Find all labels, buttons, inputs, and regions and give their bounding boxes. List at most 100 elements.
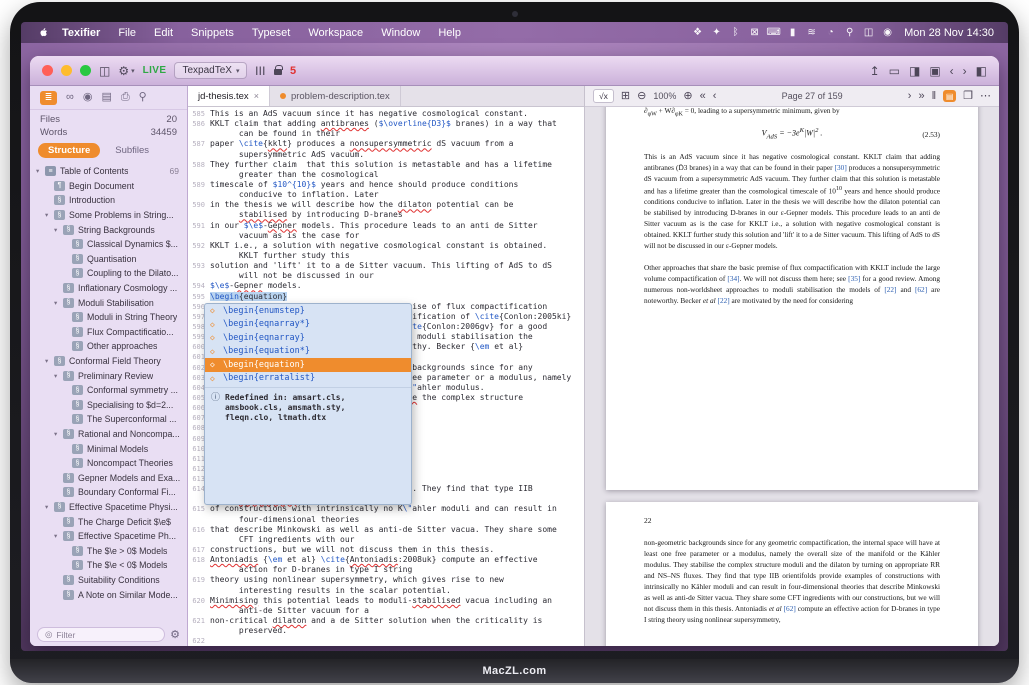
code-line[interactable]: 617constructions, but we will not discus… [188,545,584,555]
zoom-level[interactable]: 100% [653,91,676,101]
minimize-window-button[interactable] [61,65,72,76]
close-tab-icon[interactable]: × [254,91,259,101]
more-icon[interactable]: ⋯ [980,91,991,102]
filter-input[interactable]: ◎ Filter [37,627,165,642]
toc-item[interactable]: §Quantisation [36,252,187,267]
folder-icon[interactable]: ▤ [101,92,111,103]
menubar-clock[interactable]: Mon 28 Nov 14:30 [896,27,994,39]
zoom-in-icon[interactable]: ⊕ [683,91,692,102]
menu-typeset[interactable]: Typeset [243,27,300,39]
chevron-down-icon[interactable]: ▾ [54,532,63,540]
toc-item[interactable]: §Introduction [36,193,187,208]
code-line[interactable]: 588They further claim that this solution… [188,160,584,170]
apple-menu-icon[interactable] [35,26,51,39]
print-icon[interactable]: ⎙ [121,92,130,103]
toc-item[interactable]: ¶Begin Document [36,179,187,194]
typeset-settings-button[interactable]: ⚙ ▾ [118,65,134,77]
code-line[interactable]: KKLT further study this [188,251,584,261]
code-line[interactable]: greater than the cosmological [188,170,584,180]
code-line[interactable]: four-dimensional theories [188,515,584,525]
window-titlebar[interactable]: ◫ ⚙ ▾ LIVE TexpadTeX ▾ ||| 5 ↥ ▭ [30,56,999,86]
back-icon[interactable]: ‹ [950,65,954,77]
menu-edit[interactable]: Edit [145,27,182,39]
control-center-icon[interactable]: ◫ [860,27,877,38]
sidebar-toggle-icon[interactable]: ◫ [99,65,110,77]
code-line[interactable]: action for D-branes in type I string [188,565,584,575]
issues-icon[interactable]: ▤ [943,90,956,102]
code-line[interactable]: 591in our $\e$-Gepner models. This proce… [188,221,584,231]
toc-item[interactable]: §The $\e < 0$ Models [36,558,187,573]
sidebar-gear-icon[interactable]: ⚙ [170,628,180,641]
toc-item[interactable]: §Conformal symmetry ... [36,383,187,398]
sidebar-tab-subfiles[interactable]: Subfiles [105,143,159,158]
eye-icon[interactable]: ◉ [83,92,93,103]
first-page-icon[interactable]: « [700,91,706,102]
code-line[interactable]: will not be discussed in our [188,271,584,281]
pause-icon[interactable]: ‖ [932,91,937,102]
menu-help[interactable]: Help [429,27,470,39]
view-dual-icon[interactable]: ▣ [929,65,940,77]
code-line[interactable]: 594$\e$-Gepner models. [188,281,584,291]
link-icon[interactable]: ∞ [66,92,74,103]
menu-texifier[interactable]: Texifier [53,27,109,39]
wifi-icon[interactable]: ≋ [803,27,820,38]
share-icon[interactable]: ↥ [870,65,880,77]
keyboard-icon[interactable]: ⌨ [765,27,782,38]
spotlight-icon[interactable]: ⚲ [841,27,858,38]
code-line[interactable]: 615of constructions with intrinsically n… [188,504,584,514]
code-line[interactable]: 620Minimising this potential leads to mo… [188,596,584,606]
menu-workspace[interactable]: Workspace [299,27,372,39]
toc-item[interactable]: §Noncompact Theories [36,456,187,471]
last-page-icon[interactable]: » [918,91,924,102]
editor-tab[interactable]: jd-thesis.tex× [188,86,270,106]
math-search-button[interactable]: √x [593,89,614,103]
autocomplete-item[interactable]: ◇\begin{eqnarray*} [205,318,411,332]
chevron-down-icon[interactable]: ▾ [45,211,54,219]
toc-item[interactable]: ▾≡Table of Contents69 [36,164,187,179]
code-line[interactable]: CFT ingredients with our [188,535,584,545]
code-line[interactable]: 593solution and 'lift' it to a de Sitter… [188,261,584,271]
toc-item[interactable]: §A Note on Similar Mode... [36,587,187,602]
zoom-window-button[interactable] [80,65,91,76]
code-line[interactable]: can be found in their [188,129,584,139]
chevron-down-icon[interactable]: ▾ [54,226,63,234]
autocomplete-item[interactable]: ◇\begin{equation} [205,358,411,372]
code-line[interactable]: 587paper \cite{kklt} produces a nonsuper… [188,139,584,149]
toc-item[interactable]: §Gepner Models and Exa... [36,470,187,485]
code-line[interactable]: 619theory using nonlinear supersymmetry,… [188,575,584,585]
view-split-icon[interactable]: ◨ [909,65,920,77]
menu-snippets[interactable]: Snippets [182,27,243,39]
chevron-down-icon[interactable]: ▾ [45,503,54,511]
error-count-badge[interactable]: 5 [290,65,296,77]
toc-item[interactable]: ▾§Effective Spacetime Physi... [36,500,187,515]
code-line[interactable]: interesting results in the scalar potent… [188,586,584,596]
chevron-down-icon[interactable]: ▾ [54,430,63,438]
bluetooth-icon[interactable]: ᛒ [727,27,744,38]
prev-page-icon[interactable]: ‹ [713,91,717,102]
chevron-down-icon[interactable]: ▾ [36,167,45,175]
siri-icon[interactable]: ◉ [879,27,896,38]
code-line[interactable]: vacuum as is the case for [188,231,584,241]
teamviewer-icon[interactable]: ✦ [708,27,725,38]
pdf-preview[interactable]: ∂φW + W∂φK = 0, leading to a supersymmet… [585,107,999,646]
code-line[interactable]: 590in the thesis we will describe how th… [188,200,584,210]
toc-item[interactable]: §Flux Compactificatio... [36,325,187,340]
menu-file[interactable]: File [109,27,145,39]
toc-item[interactable]: ▾§String Backgrounds [36,222,187,237]
toc-item[interactable]: ▾§Preliminary Review [36,368,187,383]
code-line[interactable]: supersymmetric AdS vacuum. [188,150,584,160]
code-line[interactable]: conducive to inflation. Later [188,190,584,200]
toc-item[interactable]: §Coupling to the Dilato... [36,266,187,281]
toc-item[interactable]: §Minimal Models [36,441,187,456]
chevron-down-icon[interactable]: ▾ [54,372,63,380]
code-line[interactable]: 595\begin{equation} [188,292,584,302]
code-line[interactable]: 586KKLT claim that adding antibranes ($\… [188,119,584,129]
autocomplete-item[interactable]: ◇\begin{eqnarray} [205,331,411,345]
toc-item[interactable]: ▾§Rational and Noncompa... [36,427,187,442]
toc-item[interactable]: §Other approaches [36,339,187,354]
lock-icon[interactable] [274,69,282,75]
toc-item[interactable]: §Boundary Conformal Fi... [36,485,187,500]
battery-icon[interactable]: ▮ [784,27,801,38]
forward-icon[interactable]: › [963,65,967,77]
code-line[interactable]: anti-de Sitter vacuum for a [188,606,584,616]
